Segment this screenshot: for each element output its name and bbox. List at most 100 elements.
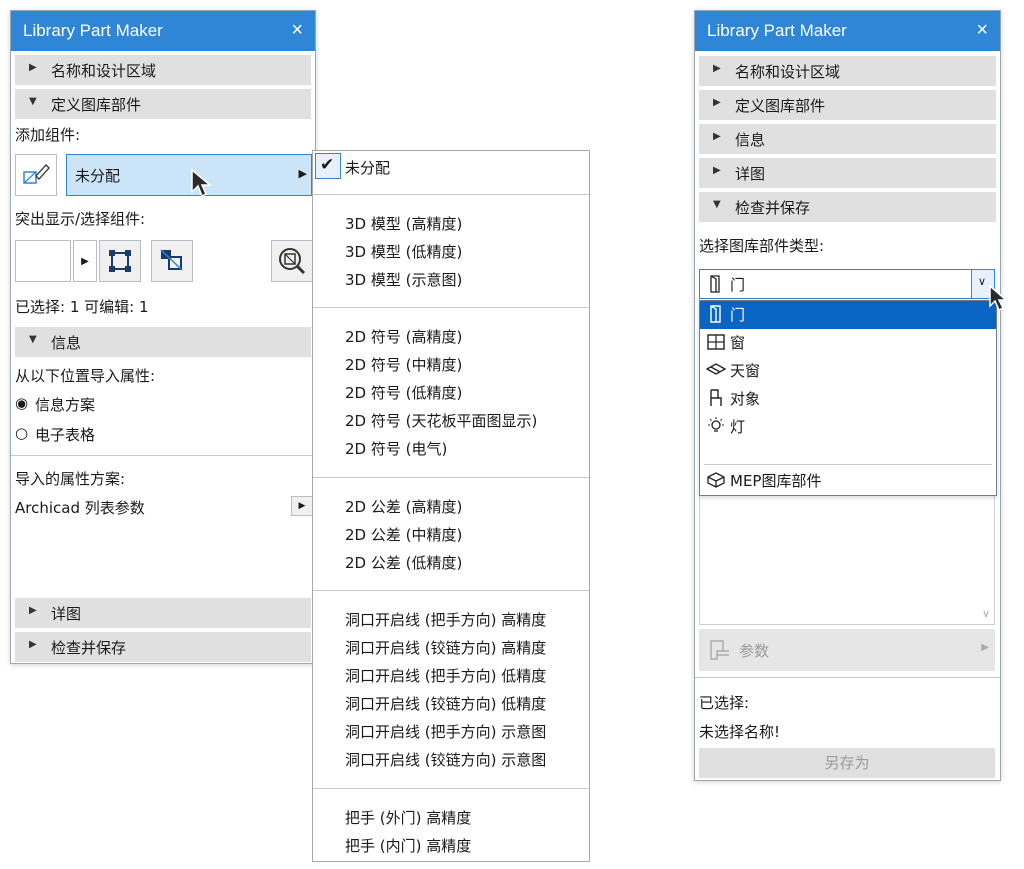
menu-item-2d-symbol[interactable]: 2D 符号 (天花板平面图显示) [345,410,537,431]
section-info[interactable]: ▶ 信息 [699,124,996,154]
magnifier-icon [279,248,306,275]
import-from-label: 从以下位置导入属性: [15,367,156,385]
object-icon [710,389,722,406]
menu-item-handle[interactable]: 把手 (内门) 高精度 [345,835,471,856]
radio-spreadsheet[interactable]: ○ 电子表格 [15,424,215,446]
select-component-icon [160,249,182,270]
selected-label: 已选择: [699,694,750,712]
expanded-arrow-icon: ▼ [713,199,721,210]
menu-item-2d-symbol[interactable]: 2D 符号 (中精度) [345,354,462,375]
save-as-button[interactable]: 另存为 [699,748,995,778]
section-define-library-part[interactable]: ▼ 定义图库部件 [15,89,311,119]
type-option-label: 对象 [730,390,761,408]
type-option-label: 天窗 [730,362,761,380]
type-option-mep[interactable]: MEP图库部件 [700,467,996,495]
mouse-cursor-icon [989,284,1008,312]
section-name-design[interactable]: ▶ 名称和设计区域 [699,56,996,86]
menu-item-2d-symbol[interactable]: 2D 符号 (电气) [345,438,447,459]
menu-item-opening-line[interactable]: 洞口开启线 (铰链方向) 示意图 [345,749,546,770]
dropdown-separator [704,464,992,465]
menu-item-3d[interactable]: 3D 模型 (高精度) [345,213,462,234]
type-option-label: 灯 [730,418,746,436]
section-label: 详图 [735,165,766,183]
type-option-skylight[interactable]: 天窗 [700,357,996,385]
divider [695,677,1000,678]
menu-item-2d-symbol[interactable]: 2D 符号 (高精度) [345,326,462,347]
parameters-label: 参数 [739,642,770,660]
close-icon[interactable]: × [976,19,988,42]
select-all-components-button[interactable] [99,240,141,282]
type-option-door[interactable]: 门 [700,301,996,329]
section-label: 名称和设计区域 [735,63,841,81]
chevron-right-icon: ▶ [298,501,306,511]
save-as-label: 另存为 [824,754,870,772]
close-icon[interactable]: × [291,19,303,42]
menu-item-2d-tolerance[interactable]: 2D 公差 (中精度) [345,524,462,545]
section-details[interactable]: ▶ 详图 [15,598,311,628]
checkmark-icon: ✔ [320,155,335,175]
select-component-button[interactable] [151,240,193,282]
menu-item-label: 未分配 [345,159,391,177]
section-define-library-part[interactable]: ▶ 定义图库部件 [699,90,996,120]
imported-scheme-value: Archicad 列表参数 [15,499,145,517]
menu-item-opening-line[interactable]: 洞口开启线 (铰链方向) 低精度 [345,693,546,714]
type-option-window[interactable]: 窗 [700,329,996,357]
menu-item-2d-tolerance[interactable]: 2D 公差 (低精度) [345,552,462,573]
component-edit-button[interactable] [15,154,57,196]
section-check-save[interactable]: ▶ 检查并保存 [15,632,311,662]
no-name-selected: 未选择名称! [699,723,781,741]
skylight-icon [706,363,726,375]
scheme-menu-button[interactable]: ▶ [291,496,313,516]
submenu-arrow-icon: ▶ [298,167,307,180]
chevron-right-icon: ▶ [981,642,989,653]
selection-rectangle-icon [109,250,131,272]
menu-item-unassigned[interactable]: ✔ 未分配 [313,151,589,183]
menu-item-2d-symbol[interactable]: 2D 符号 (低精度) [345,382,462,403]
collapsed-arrow-icon: ▶ [713,63,721,74]
section-info[interactable]: ▼ 信息 [15,327,311,357]
mep-icon [707,472,725,488]
type-option-label: MEP图库部件 [730,472,822,490]
part-type-value: 门 [730,276,746,294]
radio-info-scheme[interactable]: ◉ 信息方案 [15,394,215,416]
menu-item-3d[interactable]: 3D 模型 (示意图) [345,269,462,290]
section-label: 详图 [51,605,82,623]
menu-item-opening-line[interactable]: 洞口开启线 (把手方向) 示意图 [345,721,546,742]
left-title-bar: Library Part Maker × [11,11,315,51]
expanded-arrow-icon: ▼ [29,96,37,107]
section-details[interactable]: ▶ 详图 [699,158,996,188]
section-name-design[interactable]: ▶ 名称和设计区域 [15,55,311,85]
swatch-dropdown-button[interactable]: ▶ [73,240,97,282]
chevron-right-icon: ▶ [81,255,89,267]
left-panel: Library Part Maker × ▶ 名称和设计区域 ▼ 定义图库部件 … [10,10,316,664]
component-dropdown-menu: ✔ 未分配 3D 模型 (高精度) 3D 模型 (低精度) 3D 模型 (示意图… [312,150,590,862]
menu-item-opening-line[interactable]: 洞口开启线 (把手方向) 高精度 [345,609,546,630]
highlight-color-swatch[interactable] [15,240,71,282]
menu-item-opening-line[interactable]: 洞口开启线 (铰链方向) 高精度 [345,637,546,658]
type-option-lamp[interactable]: 灯 [700,413,996,441]
type-option-object[interactable]: 对象 [700,385,996,413]
radio-unchecked-icon: ○ [15,424,29,442]
menu-item-handle[interactable]: 把手 (外门) 高精度 [345,807,471,828]
menu-separator [313,590,589,591]
scroll-down-icon[interactable]: ∨ [982,607,990,620]
component-select[interactable]: 未分配 ▶ [66,154,312,196]
parameters-button[interactable]: 参数 ▶ [699,629,995,671]
section-label: 检查并保存 [51,639,127,657]
window-icon [707,334,725,350]
collapsed-arrow-icon: ▶ [713,97,721,108]
lamp-icon [708,417,724,432]
part-type-label: 选择图库部件类型: [699,237,825,255]
radio-checked-icon: ◉ [15,394,29,412]
collapsed-arrow-icon: ▶ [29,639,37,650]
radio-label: 信息方案 [35,396,96,414]
part-type-select[interactable]: 门 ∨ [699,269,995,299]
collapsed-arrow-icon: ▶ [713,131,721,142]
menu-item-opening-line[interactable]: 洞口开启线 (把手方向) 低精度 [345,665,546,686]
menu-item-2d-tolerance[interactable]: 2D 公差 (高精度) [345,496,462,517]
zoom-to-selection-button[interactable] [271,240,313,282]
mouse-cursor-icon [191,168,213,198]
right-panel: Library Part Maker × ▶ 名称和设计区域 ▶ 定义图库部件 … [694,10,1001,781]
section-check-save[interactable]: ▼ 检查并保存 [699,192,996,222]
menu-item-3d[interactable]: 3D 模型 (低精度) [345,241,462,262]
